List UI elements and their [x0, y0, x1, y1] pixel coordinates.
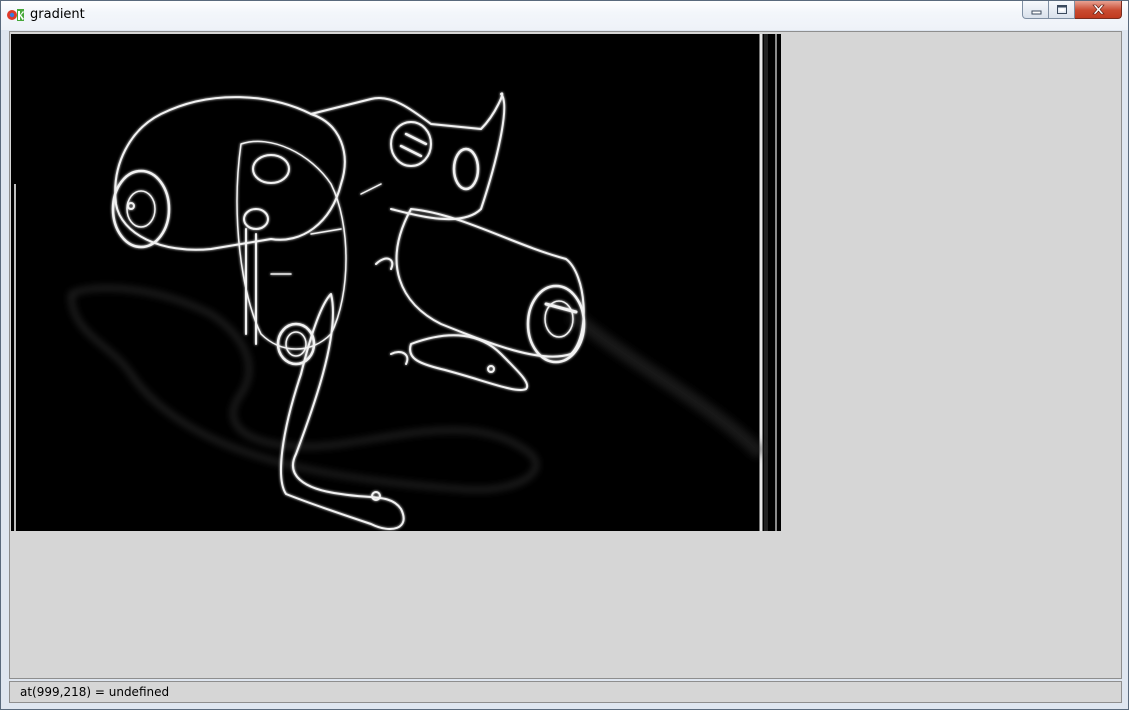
maximize-icon [1057, 5, 1067, 14]
minimize-icon [1031, 10, 1042, 15]
status-text: at(999,218) = undefined [20, 685, 170, 699]
status-bar: at(999,218) = undefined [9, 681, 1122, 703]
gradient-image-view[interactable] [11, 34, 781, 531]
gtk-app-icon [7, 9, 24, 21]
minimize-button[interactable] [1022, 1, 1049, 19]
app-window: gradient at(999,218) = undefined [0, 0, 1129, 710]
close-button[interactable] [1075, 1, 1122, 19]
close-icon [1092, 4, 1105, 15]
title-bar[interactable]: gradient [1, 1, 1128, 30]
window-controls [1022, 1, 1122, 21]
maximize-button[interactable] [1049, 1, 1075, 19]
client-area [9, 31, 1122, 679]
window-title: gradient [30, 7, 85, 22]
gradient-image [11, 34, 781, 531]
